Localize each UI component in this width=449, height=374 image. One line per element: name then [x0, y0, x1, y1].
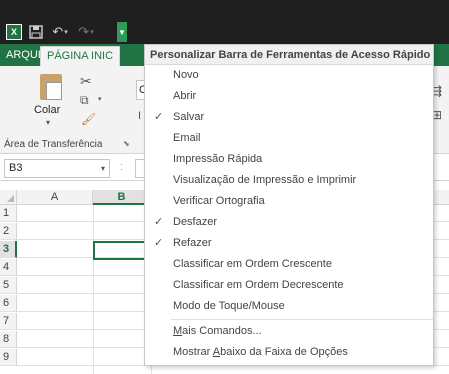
save-button[interactable]	[28, 23, 44, 41]
format-painter-icon[interactable]: 🖌	[81, 112, 96, 126]
chevron-down-icon: ▼	[118, 27, 126, 37]
menu-item-label: Classificar em Ordem Decrescente	[173, 279, 344, 291]
menu-item-label: Email	[173, 132, 201, 144]
menu-item-refazer[interactable]: ✓ Refazer	[145, 234, 433, 253]
label-rest: ais Comandos...	[182, 325, 262, 337]
checkmark-icon: ✓	[154, 216, 164, 228]
copy-icon[interactable]: ⧉	[80, 93, 89, 108]
menu-item-label: Desfazer	[173, 216, 218, 228]
redo-button[interactable]: ↷ ▾	[76, 23, 96, 41]
customize-qat-dropdown-button[interactable]: ▼	[117, 22, 127, 42]
row-header[interactable]: 4	[0, 259, 17, 276]
menu-item-email[interactable]: Email	[145, 129, 433, 148]
active-cell-b3[interactable]	[93, 241, 151, 260]
column-header-b[interactable]: B	[93, 190, 151, 205]
paste-button-label[interactable]: Colar	[34, 104, 60, 116]
redo-dropdown-arrow-icon[interactable]: ▾	[90, 28, 94, 36]
copy-dropdown-chevron-icon[interactable]: ▾	[98, 95, 102, 103]
menu-item-label: Impressão Rápida	[173, 153, 263, 165]
label-rest: baixo da Faixa de Opções	[220, 346, 348, 358]
menu-item-salvar[interactable]: ✓ Salvar	[145, 108, 433, 127]
customize-qat-menu: Personalizar Barra de Ferramentas de Ace…	[144, 44, 434, 366]
formula-bar-separator: :	[120, 161, 124, 173]
name-box-value: B3	[9, 162, 23, 174]
row-header[interactable]: 1	[0, 205, 17, 222]
menu-item-mais-comandos[interactable]: Mais Comandos...	[145, 322, 433, 341]
paste-dropdown-chevron-icon[interactable]: ▾	[46, 118, 50, 127]
checkmark-icon: ✓	[154, 111, 164, 123]
access-key: A	[212, 346, 221, 358]
row-header[interactable]: 7	[0, 313, 17, 330]
menu-item-label: Classificar em Ordem Crescente	[173, 258, 332, 270]
menu-item-abrir[interactable]: Abrir	[145, 87, 433, 106]
menu-item-label: Mostrar Abaixo da Faixa de Opções	[173, 343, 348, 362]
undo-icon: ↶	[52, 24, 64, 39]
paste-icon[interactable]	[40, 74, 62, 100]
menu-item-label: Visualização de Impressão e Imprimir	[173, 174, 357, 186]
menu-item-label: Abrir	[173, 90, 197, 102]
column-gridline	[93, 205, 94, 374]
menu-separator	[171, 319, 433, 320]
label-prefix: Mostrar	[173, 346, 213, 358]
menu-item-label: Verificar Ortografia	[173, 195, 265, 207]
menu-item-mostrar-abaixo[interactable]: Mostrar Abaixo da Faixa de Opções	[145, 343, 433, 362]
menu-item-label: Mais Comandos...	[173, 322, 262, 341]
column-header-a[interactable]: A	[17, 190, 93, 205]
row-header[interactable]: 2	[0, 223, 17, 240]
row-header[interactable]: 6	[0, 295, 17, 312]
menu-item-novo[interactable]: Novo	[145, 66, 433, 85]
save-icon	[29, 25, 43, 39]
menu-item-label: Novo	[173, 69, 199, 81]
row-header[interactable]: 8	[0, 331, 17, 348]
menu-item-label: Salvar	[173, 111, 205, 123]
menu-item-desfazer[interactable]: ✓ Desfazer	[145, 213, 433, 232]
italic-button[interactable]: I	[138, 110, 141, 122]
undo-dropdown-arrow-icon[interactable]: ▾	[64, 28, 68, 36]
undo-button[interactable]: ↶ ▾	[50, 23, 70, 41]
menu-item-modo-toque[interactable]: Modo de Toque/Mouse	[145, 297, 433, 316]
access-key: M	[173, 325, 183, 337]
select-all-button[interactable]	[0, 190, 17, 205]
checkmark-icon: ✓	[154, 237, 164, 249]
row-header[interactable]: 5	[0, 277, 17, 294]
menu-item-label: Modo de Toque/Mouse	[173, 300, 285, 312]
excel-logo-icon[interactable]: X	[6, 24, 22, 40]
menu-item-label: Refazer	[173, 237, 212, 249]
name-box-dropdown-icon[interactable]: ▾	[101, 160, 105, 177]
tab-home[interactable]: PÁGINA INIC	[40, 46, 121, 66]
cut-icon[interactable]: ✂	[80, 73, 92, 90]
clipboard-group-label: Área de Transferência	[4, 139, 103, 150]
menu-item-visualizacao-impressao[interactable]: Visualização de Impressão e Imprimir	[145, 171, 433, 190]
row-header-selected[interactable]: 3	[0, 241, 17, 258]
menu-item-verificar-ortografia[interactable]: Verificar Ortografia	[145, 192, 433, 211]
quick-access-toolbar: X ↶ ▾ ↷ ▾ ▼	[0, 20, 449, 44]
menu-item-impressao-rapida[interactable]: Impressão Rápida	[145, 150, 433, 169]
name-box[interactable]: B3 ▾	[4, 159, 110, 178]
menu-header: Personalizar Barra de Ferramentas de Ace…	[145, 45, 433, 65]
dialog-launcher-icon[interactable]: ⬊	[123, 139, 130, 148]
menu-item-ordem-decrescente[interactable]: Classificar em Ordem Decrescente	[145, 276, 433, 295]
row-header[interactable]: 9	[0, 349, 17, 366]
menu-item-ordem-crescente[interactable]: Classificar em Ordem Crescente	[145, 255, 433, 274]
redo-icon: ↷	[78, 24, 90, 39]
